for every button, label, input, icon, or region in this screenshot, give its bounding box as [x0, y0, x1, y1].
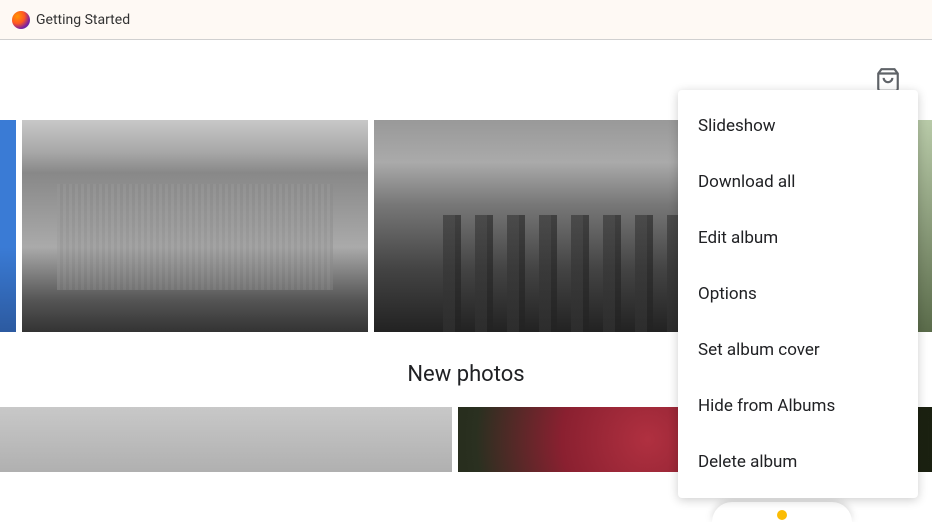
- floating-panel[interactable]: [712, 502, 852, 522]
- menu-download-all[interactable]: Download all: [678, 154, 918, 210]
- bookmark-bar: Getting Started: [0, 0, 932, 40]
- photo-thumbnail[interactable]: [22, 120, 368, 332]
- menu-set-album-cover[interactable]: Set album cover: [678, 322, 918, 378]
- menu-delete-album[interactable]: Delete album: [678, 434, 918, 490]
- menu-hide-from-albums[interactable]: Hide from Albums: [678, 378, 918, 434]
- firefox-icon: [12, 11, 30, 29]
- album-options-menu: Slideshow Download all Edit album Option…: [678, 90, 918, 498]
- content-area: New photos Slideshow Download all Edit a…: [0, 40, 932, 517]
- bookmark-label: Getting Started: [36, 12, 130, 28]
- photo-thumbnail[interactable]: [0, 120, 16, 332]
- bookmark-getting-started[interactable]: Getting Started: [4, 7, 138, 33]
- status-dot-icon: [777, 510, 787, 520]
- menu-options[interactable]: Options: [678, 266, 918, 322]
- menu-slideshow[interactable]: Slideshow: [678, 98, 918, 154]
- menu-edit-album[interactable]: Edit album: [678, 210, 918, 266]
- photo-thumbnail[interactable]: [374, 120, 719, 332]
- photo-thumbnail[interactable]: [0, 407, 452, 472]
